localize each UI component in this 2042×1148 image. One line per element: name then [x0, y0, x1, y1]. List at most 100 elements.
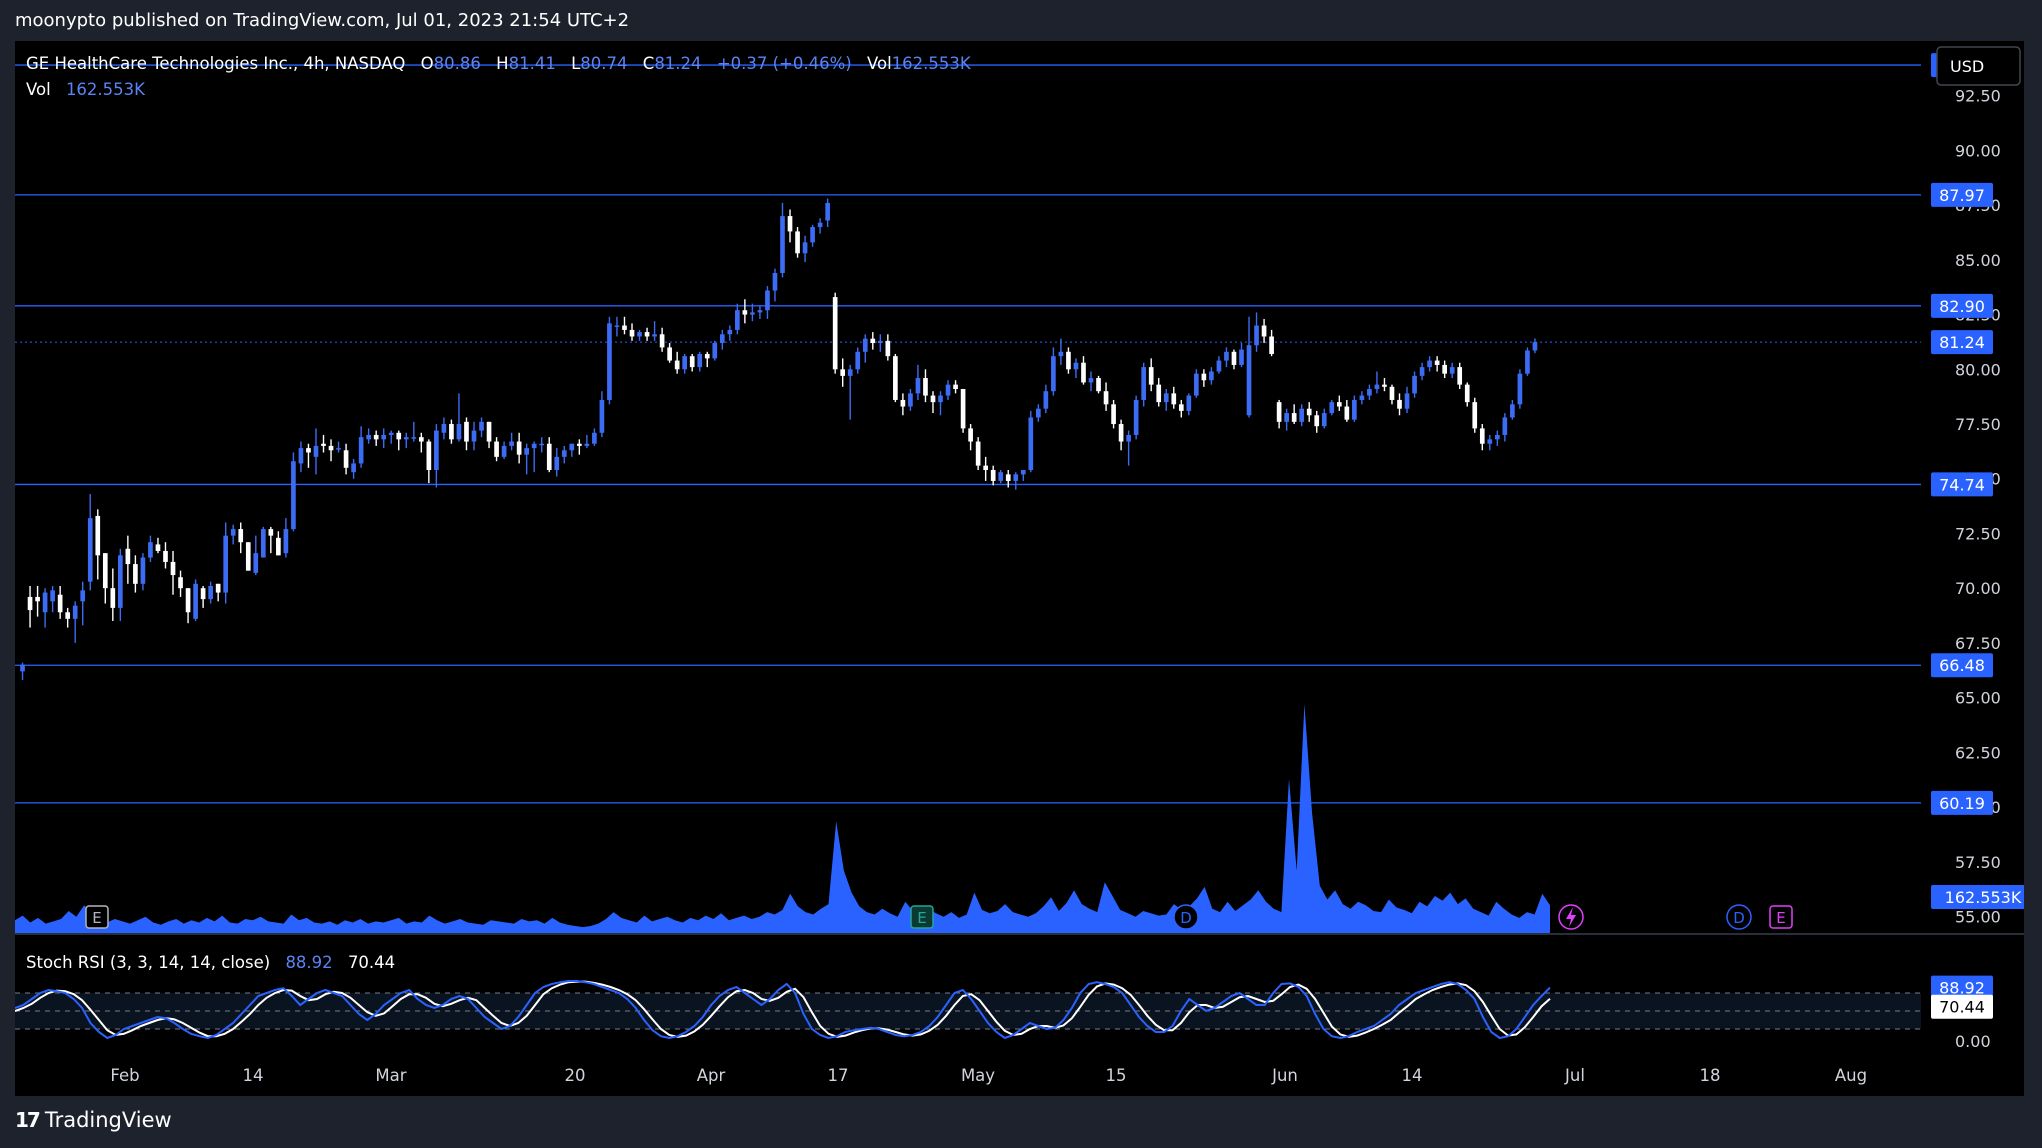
candle-body: [50, 590, 55, 602]
candle-body: [652, 334, 657, 337]
candle-body: [697, 353, 703, 368]
candle-body: [313, 445, 319, 457]
low-value: 80.74: [580, 54, 627, 73]
candle-body: [750, 312, 755, 315]
candle-body: [1291, 413, 1297, 422]
candle-body: [599, 399, 605, 433]
candle-body: [689, 356, 695, 368]
high-label: H: [496, 54, 508, 73]
candle-body: [938, 395, 943, 403]
horizontal-line-layer: [15, 64, 1921, 804]
candle-body: [1532, 342, 1538, 351]
candle-body: [772, 273, 778, 291]
candle-body: [95, 515, 101, 556]
candle-body: [915, 378, 921, 394]
candle-body: [840, 369, 846, 376]
candle-body: [1178, 404, 1184, 411]
candle-body: [238, 529, 244, 543]
candle-body: [336, 448, 341, 450]
candle-body: [1156, 384, 1162, 403]
price-tick-label: 67.50: [1955, 634, 2001, 653]
candle-body: [253, 553, 259, 573]
candle-body: [667, 347, 672, 361]
candle-body: [983, 465, 988, 470]
candle-body: [1502, 417, 1508, 435]
candle-body: [1374, 384, 1380, 390]
candle-body: [509, 441, 514, 446]
candle-body: [366, 434, 371, 440]
chart-frame[interactable]: EEDDE 92.5090.0087.5085.0082.5080.0077.5…: [15, 41, 2024, 1096]
candle-body: [960, 389, 966, 429]
candle-body: [682, 356, 688, 370]
candle-body: [1111, 404, 1116, 425]
candle-body: [1088, 378, 1094, 383]
candle-body: [546, 443, 552, 470]
candle-body: [449, 424, 454, 440]
candle-body: [1321, 413, 1327, 427]
candle-body: [1216, 360, 1222, 372]
candle-body: [396, 432, 402, 440]
time-tick-label: Feb: [110, 1066, 139, 1085]
published-caption: moonypto published on TradingView.com, J…: [15, 10, 630, 31]
symbol-legend[interactable]: GE HealthCare Technologies Inc., 4h, NAS…: [26, 54, 972, 99]
price-tick-label: 90.00: [1955, 141, 2001, 160]
candle-body: [1457, 367, 1463, 385]
candle-body: [900, 399, 906, 407]
candle-body: [1103, 391, 1109, 405]
candle-body: [825, 202, 830, 221]
candle-body: [1201, 373, 1207, 381]
candle-body: [1494, 434, 1500, 440]
candle-body: [539, 443, 545, 446]
time-axis[interactable]: Feb 14 Mar 20 Apr 17 May 15 Jun 14 Jul 18 Aug: [110, 1066, 1867, 1085]
candle-body: [1397, 399, 1402, 409]
candle-body: [140, 557, 146, 584]
candle-body: [411, 437, 417, 439]
price-label-text: 66.48: [1939, 656, 1985, 675]
chart-svg[interactable]: EEDDE 92.5090.0087.5085.0082.5080.0077.5…: [15, 41, 2024, 1096]
stoch-title: Stoch RSI (3, 3, 14, 14, close): [26, 953, 270, 972]
candle-body: [990, 469, 996, 481]
candle-body: [795, 231, 800, 254]
tradingview-brand[interactable]: 17 TradingView: [15, 1108, 172, 1132]
event-marker-letter: D: [1733, 909, 1745, 927]
candle-body: [877, 340, 883, 344]
price-label-text: 74.74: [1939, 475, 1985, 494]
candle-body: [1367, 389, 1372, 396]
symbol-title: GE HealthCare Technologies Inc., 4h, NAS…: [26, 54, 405, 73]
candle-body: [569, 443, 575, 451]
candle-body: [1314, 415, 1320, 427]
high-value: 81.41: [509, 54, 556, 73]
price-label-text: 87.97: [1939, 186, 1985, 205]
time-tick-label: May: [961, 1066, 995, 1085]
candle-body: [245, 542, 251, 571]
candle-body: [1389, 386, 1395, 400]
candle-body: [1404, 393, 1410, 409]
candle-body: [1028, 417, 1034, 470]
event-marker-e: E: [910, 905, 934, 929]
candle-body: [268, 529, 274, 536]
candle-body: [1427, 360, 1432, 368]
stoch-legend[interactable]: Stoch RSI (3, 3, 14, 14, close) 88.92 70…: [26, 953, 395, 972]
candle-body: [592, 432, 597, 444]
candle-body: [847, 369, 853, 376]
candle-body: [1434, 360, 1440, 365]
candle-body: [787, 216, 793, 232]
candle-body: [501, 445, 507, 457]
candle-body: [945, 384, 951, 396]
time-tick-label: Aug: [1835, 1066, 1867, 1085]
svg-text:Stoch RSI (3, 3, 14, 14, close: Stoch RSI (3, 3, 14, 14, close) 88.92 70…: [26, 953, 395, 972]
price-tick-label: 77.50: [1955, 415, 2001, 434]
candle-body: [1239, 349, 1244, 365]
candle-body: [1517, 373, 1523, 405]
candle-body: [524, 448, 529, 455]
candle-body: [87, 518, 93, 582]
candle-body: [577, 443, 582, 446]
candle-body: [1081, 362, 1086, 383]
event-marker-e: E: [85, 905, 109, 929]
currency-selector[interactable]: USD: [1936, 46, 2021, 86]
candle-body: [1058, 351, 1064, 357]
candle-body: [810, 227, 815, 243]
event-marker-letter: D: [1180, 909, 1192, 927]
candle-body: [735, 310, 740, 330]
candle-body: [1013, 474, 1019, 481]
